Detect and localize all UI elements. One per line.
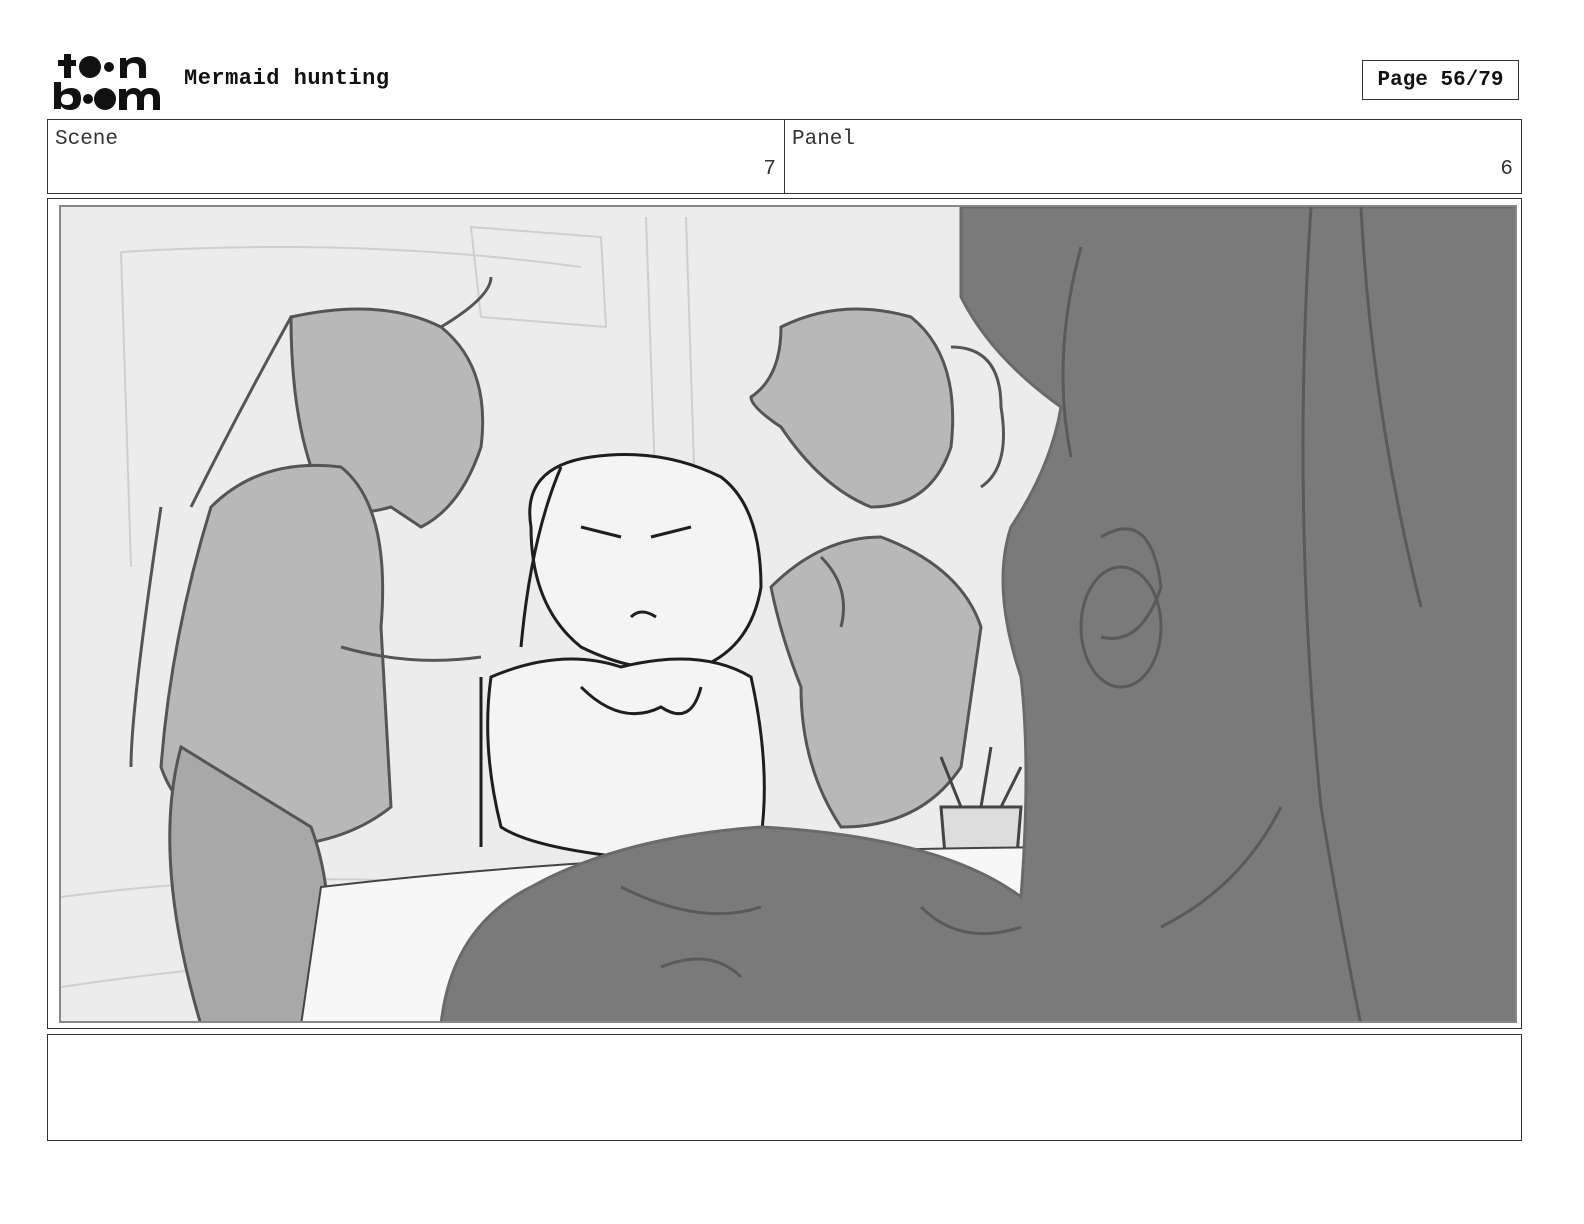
toonboom-logo	[54, 54, 160, 110]
scene-number: 7	[763, 158, 776, 181]
scene-cell: Scene 7	[48, 120, 785, 193]
panel-cell: Panel 6	[785, 120, 1521, 193]
page-indicator: Page 56/79	[1362, 60, 1519, 100]
panel-label: Panel	[792, 128, 856, 151]
storyboard-sketch-image	[59, 205, 1517, 1023]
panel-number: 6	[1500, 158, 1513, 181]
right-girl-figure	[749, 307, 1005, 829]
project-title: Mermaid hunting	[184, 66, 390, 91]
middle-girl-figure	[479, 453, 766, 859]
scene-label: Scene	[55, 128, 119, 151]
panel-notes[interactable]	[47, 1034, 1522, 1141]
scene-panel-info: Scene 7 Panel 6	[47, 119, 1522, 194]
